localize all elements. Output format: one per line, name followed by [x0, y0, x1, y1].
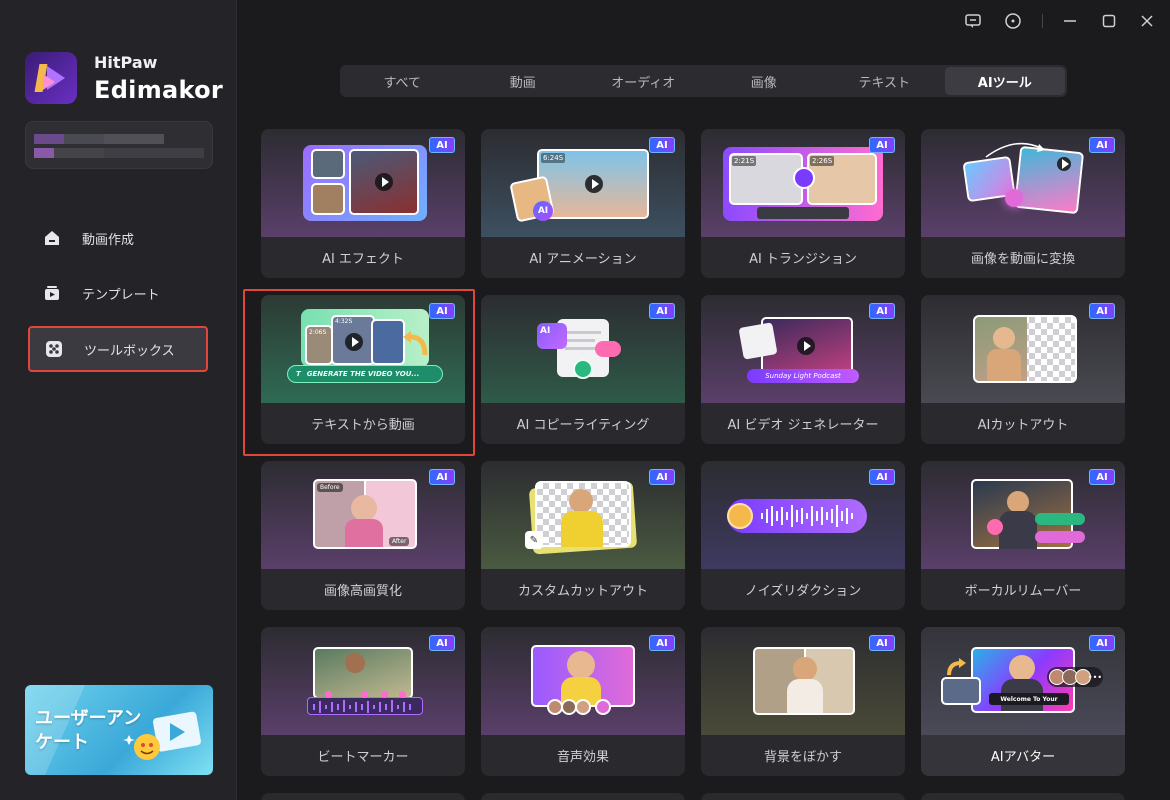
tool-card-blur-background[interactable]: AI 背景をぼかす	[701, 627, 905, 776]
ai-badge: AI	[429, 469, 455, 485]
home-icon	[42, 228, 62, 248]
tab-all[interactable]: すべて	[342, 67, 463, 95]
tool-card-noise-reduction[interactable]: AI ノイズリダクション	[701, 461, 905, 610]
duration-tag: 2:21S	[732, 156, 757, 166]
tool-label: 音声効果	[556, 750, 609, 765]
text-icon: T	[296, 370, 301, 378]
tool-card-ai-animation[interactable]: 6:24S AI AI AI アニメーション	[481, 129, 685, 278]
tool-card-ai-avatar[interactable]: Welcome To Your ••• AI AIアバター	[921, 627, 1125, 776]
tool-label: ボーカルリムーバー	[964, 584, 1082, 599]
sidebar: HitPaw Edimakor 動画作成 テンプレート ツールボックス ユーザー…	[0, 0, 237, 800]
tool-label: AI トランジション	[749, 252, 857, 267]
ai-badge: AI	[1089, 137, 1115, 153]
survey-banner[interactable]: ユーザーアンケート	[25, 685, 213, 775]
tab-video[interactable]: 動画	[463, 67, 584, 95]
tool-label: ビートマーカー	[317, 750, 409, 765]
ai-badge: AI	[1089, 303, 1115, 319]
title-divider	[1042, 14, 1043, 28]
ai-badge: AI	[429, 303, 455, 319]
tool-card-ai-copywriting[interactable]: AI AI AI コピーライティング	[481, 295, 685, 444]
ai-badge: AI	[429, 137, 455, 153]
duration-tag: 6:24S	[541, 153, 566, 163]
ai-badge: AI	[869, 469, 895, 485]
prompt-text: GENERATE THE VIDEO YOU...	[306, 370, 420, 378]
pen-icon: ✎	[525, 531, 543, 549]
mini-ai-label: AI	[537, 323, 567, 349]
tool-card-ai-video-generator[interactable]: Sunday Light Podcast AI AI ビデオ ジェネレーター	[701, 295, 905, 444]
tool-card-vocal-remover[interactable]: AI ボーカルリムーバー	[921, 461, 1125, 610]
brand-name: Edimakor	[94, 76, 224, 104]
tool-card-partial	[481, 793, 685, 800]
close-icon[interactable]	[1136, 10, 1158, 32]
tool-label: AI コピーライティング	[516, 418, 650, 433]
sidebar-item-label: ツールボックス	[84, 343, 175, 359]
brand-name-small: HitPaw	[94, 53, 158, 72]
tool-label: AIアバター	[990, 750, 1056, 765]
tab-audio[interactable]: オーディオ	[583, 67, 704, 95]
tab-ai-tools[interactable]: AIツール	[944, 67, 1065, 95]
tab-image[interactable]: 画像	[704, 67, 825, 95]
before-tag: Before	[317, 483, 343, 492]
tool-card-ai-effect[interactable]: AI AI エフェクト	[261, 129, 465, 278]
tool-card-ai-transition[interactable]: 2:21S 2:26S AI AI トランジション	[701, 129, 905, 278]
account-card[interactable]	[25, 121, 213, 169]
tool-card-custom-cutout[interactable]: ✎ AI カスタムカットアウト	[481, 461, 685, 610]
ai-badge: AI	[1089, 635, 1115, 651]
tool-label: AI アニメーション	[529, 252, 637, 267]
minimize-icon[interactable]	[1059, 10, 1081, 32]
tool-card-ai-cutout[interactable]: AI AIカットアウト	[921, 295, 1125, 444]
ai-badge: AI	[869, 635, 895, 651]
sidebar-item-create-video[interactable]: 動画作成	[28, 215, 208, 261]
duration-tag: 2:06S	[309, 329, 327, 336]
app-logo	[25, 52, 77, 104]
tool-label: カスタムカットアウト	[517, 584, 648, 599]
category-tabs: すべて 動画 オーディオ 画像 テキスト AIツール	[340, 65, 1067, 97]
survey-text: ユーザーアンケート	[35, 708, 142, 753]
tool-label: AI ビデオ ジェネレーター	[727, 418, 879, 433]
ai-badge: AI	[869, 137, 895, 153]
tool-label: AI エフェクト	[322, 252, 404, 267]
menu-icon[interactable]	[1002, 10, 1024, 32]
sidebar-item-label: テンプレート	[82, 287, 160, 303]
duration-tag: 2:26S	[810, 156, 835, 166]
tool-card-text-to-video[interactable]: 2:06S 4:32S T GENERATE THE VIDEO YOU... …	[261, 295, 465, 444]
tool-card-partial	[921, 793, 1125, 800]
tool-label: ノイズリダクション	[744, 584, 862, 599]
ai-badge: AI	[649, 469, 675, 485]
maximize-icon[interactable]	[1098, 10, 1120, 32]
toolbox-icon	[44, 339, 64, 359]
tool-card-partial	[701, 793, 905, 800]
ai-badge: AI	[649, 303, 675, 319]
ai-badge: AI	[1089, 469, 1115, 485]
feedback-icon[interactable]	[962, 10, 984, 32]
tool-card-beat-marker[interactable]: AI ビートマーカー	[261, 627, 465, 776]
tool-card-image-upscale[interactable]: Before After AI 画像高画質化	[261, 461, 465, 610]
sidebar-item-label: 動画作成	[82, 232, 135, 248]
ai-badge: AI	[649, 137, 675, 153]
template-icon	[42, 283, 62, 303]
tool-card-image-to-video[interactable]: AI 画像を動画に変換	[921, 129, 1125, 278]
tool-card-partial	[261, 793, 465, 800]
tool-label: 画像を動画に変換	[970, 252, 1075, 267]
ai-badge: AI	[429, 635, 455, 651]
duration-tag: 4:32S	[335, 318, 353, 325]
ai-badge: AI	[869, 303, 895, 319]
tool-label: AIカットアウト	[977, 418, 1069, 433]
after-tag: After	[389, 537, 410, 546]
sidebar-item-template[interactable]: テンプレート	[28, 270, 208, 316]
tool-card-voice-effect[interactable]: AI 音声効果	[481, 627, 685, 776]
caption-text: Sunday Light Podcast	[747, 369, 859, 383]
ai-badge: AI	[649, 635, 675, 651]
caption-text: Welcome To Your	[989, 693, 1069, 705]
sidebar-item-toolbox[interactable]: ツールボックス	[28, 326, 208, 372]
tab-text[interactable]: テキスト	[824, 67, 945, 95]
tool-label: テキストから動画	[311, 418, 415, 433]
tool-label: 画像高画質化	[323, 584, 402, 599]
tool-label: 背景をぼかす	[763, 750, 842, 765]
